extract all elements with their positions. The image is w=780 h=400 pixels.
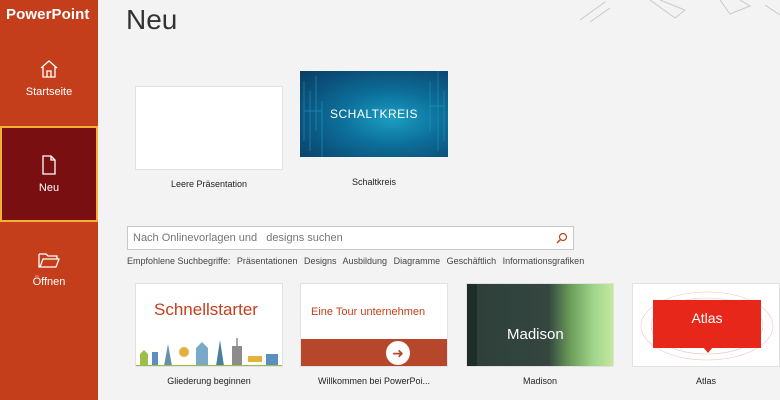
template-thumbnail [135,86,283,170]
template-atlas[interactable]: Atlas Atlas [632,283,780,386]
template-thumb-title: Madison [507,326,564,343]
tour-bar [301,339,447,366]
template-thumbnail: Madison [466,283,614,367]
suggested-searches: Empfohlene Suchbegriffe: Präsentationen … [127,256,588,266]
suggestion-link[interactable]: Ausbildung [343,256,388,266]
template-thumbnail: Schnellstarter [135,283,283,367]
sidebar: PowerPoint Startseite Neu Öffnen [0,0,98,400]
template-thumb-title: Schnellstarter [154,300,258,319]
sidebar-item-startseite[interactable]: Startseite [0,58,98,118]
template-caption: Willkommen bei PowerPoi... [317,376,431,386]
sidebar-item-label: Öffnen [32,276,66,288]
new-document-icon [42,155,56,175]
suggestion-link[interactable]: Designs [304,256,337,266]
search-input[interactable] [128,227,548,249]
sidebar-item-neu[interactable]: Neu [0,126,98,222]
template-caption: Gliederung beginnen [167,376,251,386]
template-caption: Atlas [695,376,716,386]
template-schaltkreis[interactable]: SCHALTKREIS Schaltkreis [300,71,448,187]
suggested-searches-label: Empfohlene Suchbegriffe: [127,256,231,266]
template-thumb-title: Eine Tour unternehmen [311,306,426,318]
arrow-right-icon: ➜ [386,341,410,365]
suggestion-link[interactable]: Geschäftlich [447,256,497,266]
template-thumbnail: SCHALTKREIS [300,71,448,157]
suggestion-link[interactable]: Diagramme [394,256,441,266]
template-blank-presentation[interactable]: Leere Präsentation [135,86,283,189]
sidebar-item-oeffnen[interactable]: Öffnen [0,250,98,310]
page-title: Neu [126,4,178,35]
template-willkommen-bei-powerpoint[interactable]: Eine Tour unternehmen ➜ Willkommen bei P… [300,283,448,386]
template-caption: Leere Präsentation [170,179,248,189]
template-thumbnail: Atlas [632,283,780,367]
landmarks-illustration-icon [136,338,282,366]
template-caption: Schaltkreis [351,177,396,187]
template-thumb-title: SCHALTKREIS [330,107,418,121]
template-gliederung-beginnen[interactable]: Schnellstarter Gliederung beginnen [135,283,283,386]
template-madison[interactable]: Madison Madison [466,283,614,386]
home-icon [40,60,58,78]
template-thumb-title: Atlas [691,310,723,326]
sidebar-item-label: Neu [38,182,60,194]
suggestion-link[interactable]: Präsentationen [237,256,298,266]
main-area: Neu Leere Präsentation SCHALTKREIS Schal… [98,0,780,400]
suggestion-link[interactable]: Informationsgrafiken [503,256,585,266]
template-search-box [127,226,574,250]
template-caption: Madison [522,376,558,386]
folder-open-icon [38,253,60,268]
app-title: PowerPoint [6,6,90,23]
sidebar-item-label: Startseite [25,86,73,98]
template-thumbnail: Eine Tour unternehmen ➜ [300,283,448,367]
search-icon[interactable] [556,232,568,244]
decorative-sketch-icon [580,0,780,23]
